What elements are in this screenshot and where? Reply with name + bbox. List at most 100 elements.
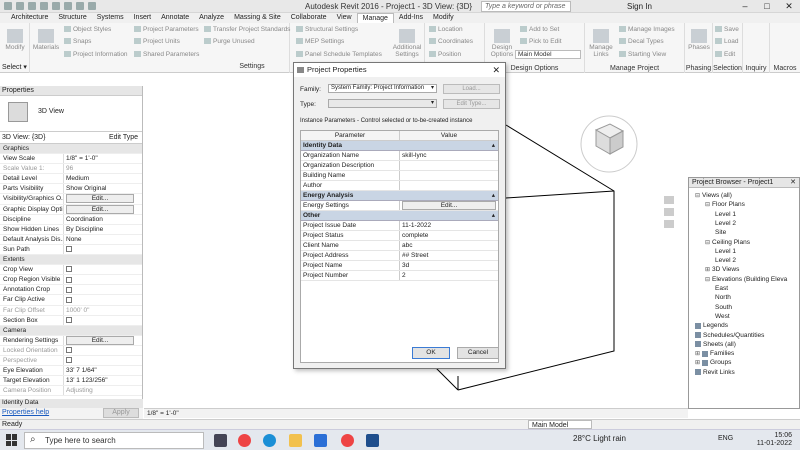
edit-selection-button[interactable]: Edit: [715, 51, 735, 58]
parameter-value-cell[interactable]: complete: [400, 231, 498, 240]
parameter-value-cell[interactable]: 3d: [400, 261, 498, 270]
property-checkbox[interactable]: [66, 266, 72, 273]
parameter-value-cell[interactable]: 2: [400, 271, 498, 280]
tab-massing-site[interactable]: Massing & Site: [229, 13, 286, 23]
design-option-select[interactable]: Main Model: [515, 50, 581, 59]
browser-item[interactable]: ⊟ Elevations (Building Eleva: [705, 276, 787, 283]
materials-button[interactable]: Materials: [32, 29, 60, 51]
additional-settings-button[interactable]: Additional Settings: [390, 29, 424, 58]
ok-button[interactable]: OK: [412, 347, 450, 359]
property-value[interactable]: 1000' 0": [66, 307, 89, 314]
mep-settings-button[interactable]: MEP Settings: [296, 38, 344, 45]
manage-images-button[interactable]: Manage Images: [619, 26, 675, 33]
store-icon[interactable]: [314, 434, 327, 447]
tree-toggle-icon[interactable]: ⊟: [705, 201, 710, 208]
property-value[interactable]: 1/8" = 1'-0": [66, 155, 98, 162]
coordinates-button[interactable]: Coordinates: [429, 38, 473, 45]
property-checkbox[interactable]: [66, 347, 72, 354]
parameter-value-cell[interactable]: abc: [400, 241, 498, 250]
start-icon[interactable]: [6, 434, 18, 446]
sign-in-link[interactable]: Sign In: [627, 2, 652, 11]
maximize-icon[interactable]: □: [756, 0, 778, 13]
close-icon[interactable]: ✕: [790, 178, 796, 188]
properties-help-link[interactable]: Properties help: [2, 409, 49, 416]
parameter-group-header[interactable]: Other ▴: [301, 211, 498, 221]
parameter-value-field[interactable]: skill-lync: [402, 152, 427, 159]
browser-item[interactable]: Level 1: [715, 211, 736, 218]
tree-toggle-icon[interactable]: ⊟: [705, 239, 710, 246]
family-select[interactable]: System Family: Project Information ▾: [328, 84, 437, 93]
property-checkbox[interactable]: [66, 357, 72, 364]
task-view-icon[interactable]: [214, 434, 227, 447]
purge-unused-button[interactable]: Purge Unused: [204, 38, 255, 45]
decal-types-button[interactable]: Decal Types: [619, 38, 664, 45]
location-button[interactable]: Location: [429, 26, 463, 33]
edit-button[interactable]: Edit...: [66, 335, 134, 345]
edit-button[interactable]: Edit...: [66, 194, 134, 204]
position-button[interactable]: Position: [429, 51, 461, 58]
project-information-button[interactable]: Project Information: [64, 51, 128, 58]
tab-collaborate[interactable]: Collaborate: [286, 13, 332, 23]
add-to-set-button[interactable]: Add to Set: [520, 26, 559, 33]
tree-toggle-icon[interactable]: ⊞: [705, 266, 710, 273]
search-input[interactable]: Type a keyword or phrase: [481, 1, 571, 12]
parameter-value-field[interactable]: 3d: [402, 262, 409, 269]
parameter-value-field[interactable]: ## Street: [402, 252, 428, 259]
parameter-group-header[interactable]: Identity Data ▴: [301, 141, 498, 151]
edit-type-button[interactable]: Edit Type: [109, 132, 138, 144]
browser-item[interactable]: South: [715, 304, 732, 311]
browser-item[interactable]: ⊞ Groups: [695, 359, 731, 366]
design-options-button[interactable]: Design Options: [488, 29, 516, 58]
browser-item[interactable]: Level 2: [715, 220, 736, 227]
browser-item[interactable]: Schedules/Quantities: [695, 332, 764, 339]
tab-modify[interactable]: Modify: [428, 13, 459, 23]
tab-view[interactable]: View: [332, 13, 357, 23]
chrome-icon[interactable]: [238, 434, 251, 447]
project-parameters-button[interactable]: Project Parameters: [134, 26, 199, 33]
load-button[interactable]: Load...: [443, 84, 500, 94]
parameter-value-cell[interactable]: 11-1-2022: [400, 221, 498, 230]
property-value[interactable]: Medium: [66, 175, 89, 182]
type-select[interactable]: ▾: [328, 99, 437, 108]
project-units-button[interactable]: Project Units: [134, 38, 180, 45]
minimize-icon[interactable]: –: [734, 0, 756, 13]
tab-manage[interactable]: Manage: [356, 13, 394, 23]
tree-toggle-icon[interactable]: ⊞: [695, 350, 700, 357]
revit-icon[interactable]: [366, 434, 379, 447]
tab-annotate[interactable]: Annotate: [156, 13, 194, 23]
parameter-value-field[interactable]: 11-1-2022: [402, 222, 431, 229]
transfer-standards-button[interactable]: Transfer Project Standards: [204, 26, 290, 33]
browser-item[interactable]: Legends: [695, 322, 728, 329]
parameter-value-cell[interactable]: [400, 161, 498, 170]
chrome-icon[interactable]: [341, 434, 354, 447]
tab-structure[interactable]: Structure: [53, 13, 91, 23]
modify-button[interactable]: Modify: [3, 29, 27, 51]
property-checkbox[interactable]: [66, 276, 72, 283]
property-checkbox[interactable]: [66, 316, 72, 323]
browser-item[interactable]: North: [715, 294, 731, 301]
property-checkbox[interactable]: [66, 246, 72, 253]
browser-item[interactable]: Sheets (all): [695, 341, 736, 348]
browser-item[interactable]: Site: [715, 229, 726, 236]
snaps-button[interactable]: Snaps: [64, 38, 91, 45]
property-value[interactable]: By Discipline: [66, 226, 103, 233]
viewcube[interactable]: [580, 115, 638, 173]
parameter-value-cell[interactable]: Edit...: [400, 201, 498, 210]
parameter-value-field[interactable]: 2: [402, 272, 406, 279]
apply-button[interactable]: Apply: [103, 408, 139, 418]
tree-toggle-icon[interactable]: ⊞: [695, 359, 700, 366]
navigation-bar[interactable]: [664, 196, 674, 228]
object-styles-button[interactable]: Object Styles: [64, 26, 111, 33]
tab-add-ins[interactable]: Add-Ins: [394, 13, 428, 23]
browser-item[interactable]: Level 2: [715, 257, 736, 264]
shared-parameters-button[interactable]: Shared Parameters: [134, 51, 199, 58]
browser-item[interactable]: ⊞ 3D Views: [705, 266, 739, 273]
structural-settings-button[interactable]: Structural Settings: [296, 26, 358, 33]
browser-item[interactable]: ⊞ Families: [695, 350, 734, 357]
property-value[interactable]: 33' 7 1/64": [66, 367, 97, 374]
file-explorer-icon[interactable]: [289, 434, 302, 447]
load-selection-button[interactable]: Load: [715, 38, 738, 45]
taskbar-search[interactable]: ⌕ Type here to search: [24, 432, 204, 449]
property-value[interactable]: 13' 1 123/256": [66, 377, 108, 384]
property-value[interactable]: Coordination: [66, 216, 103, 223]
